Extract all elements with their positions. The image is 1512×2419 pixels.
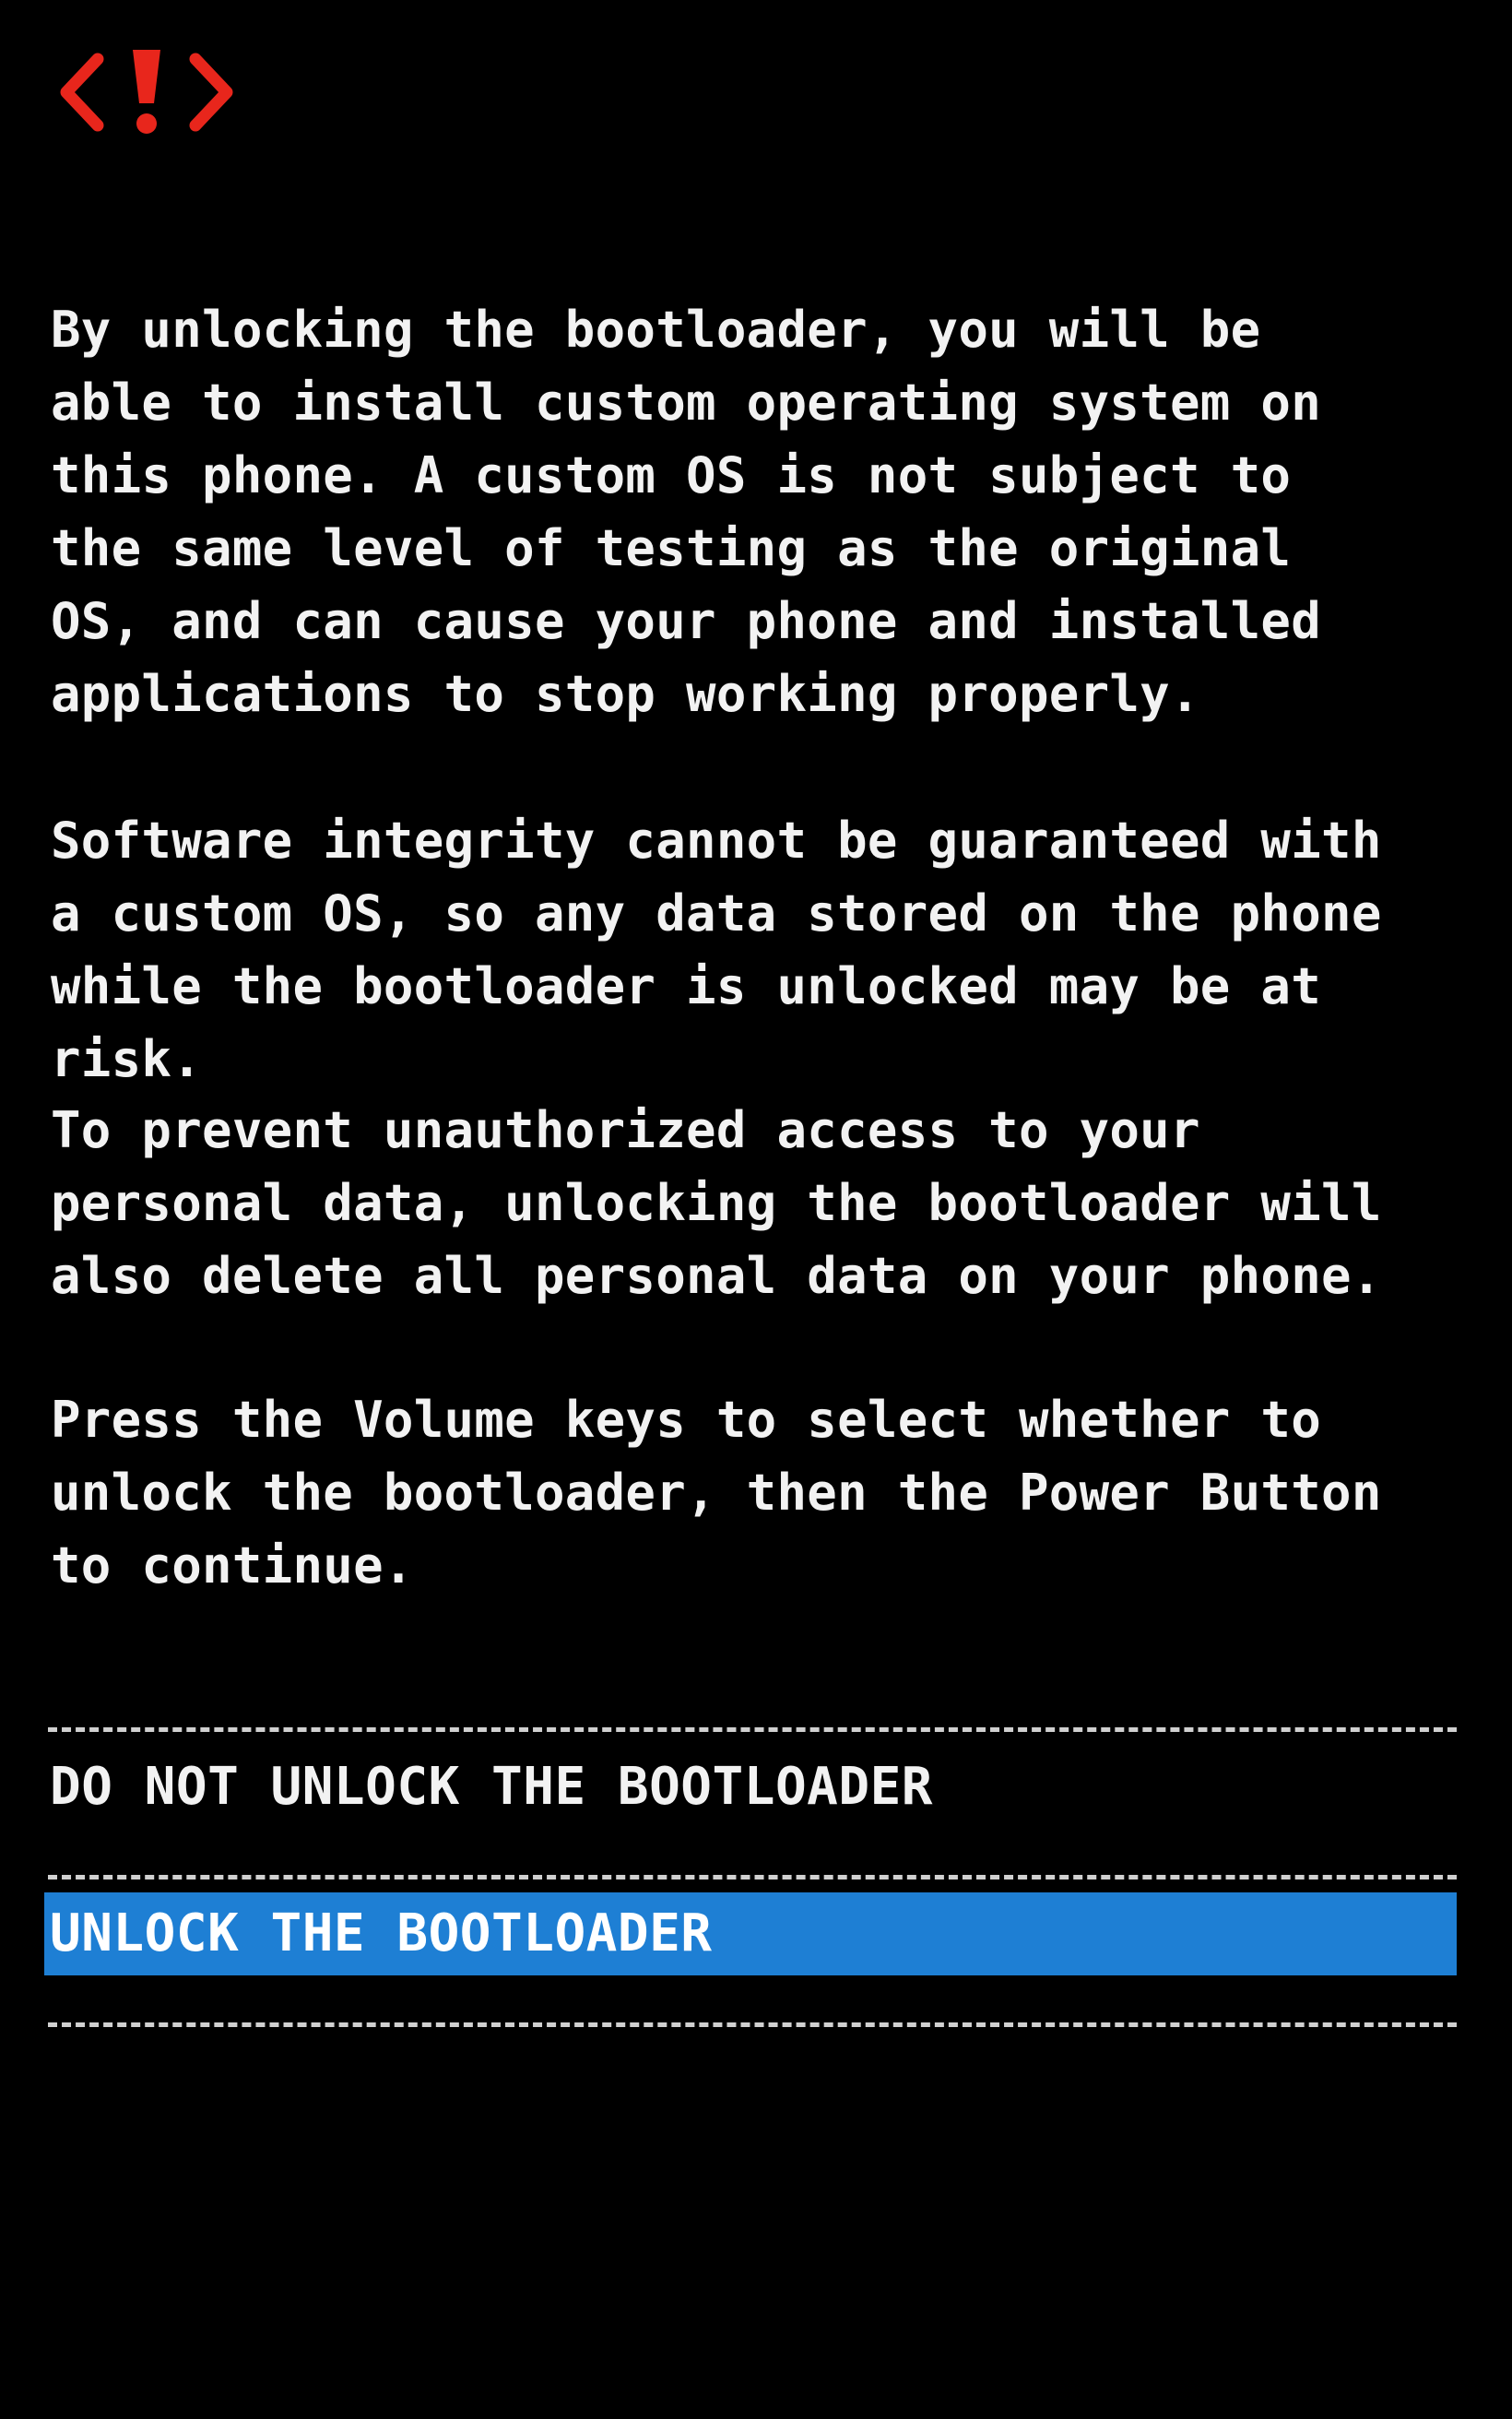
menu-divider [48, 1727, 1457, 1732]
data-deletion-paragraph: To prevent unauthorized access to your p… [51, 1101, 1382, 1305]
instructions-paragraph: Press the Volume keys to select whether … [51, 1391, 1382, 1595]
menu-divider [48, 1875, 1457, 1879]
data-integrity-paragraph: Software integrity cannot be guaranteed … [51, 812, 1382, 1088]
unlock-warning-paragraph: By unlocking the bootloader, you will be… [51, 301, 1322, 723]
bootloader-warning-icon [57, 39, 242, 149]
unlock-bootloader-option[interactable]: UNLOCK THE BOOTLOADER [44, 1892, 1457, 1975]
menu-divider [48, 2022, 1457, 2027]
do-not-unlock-option[interactable]: DO NOT UNLOCK THE BOOTLOADER [44, 1746, 1457, 1829]
